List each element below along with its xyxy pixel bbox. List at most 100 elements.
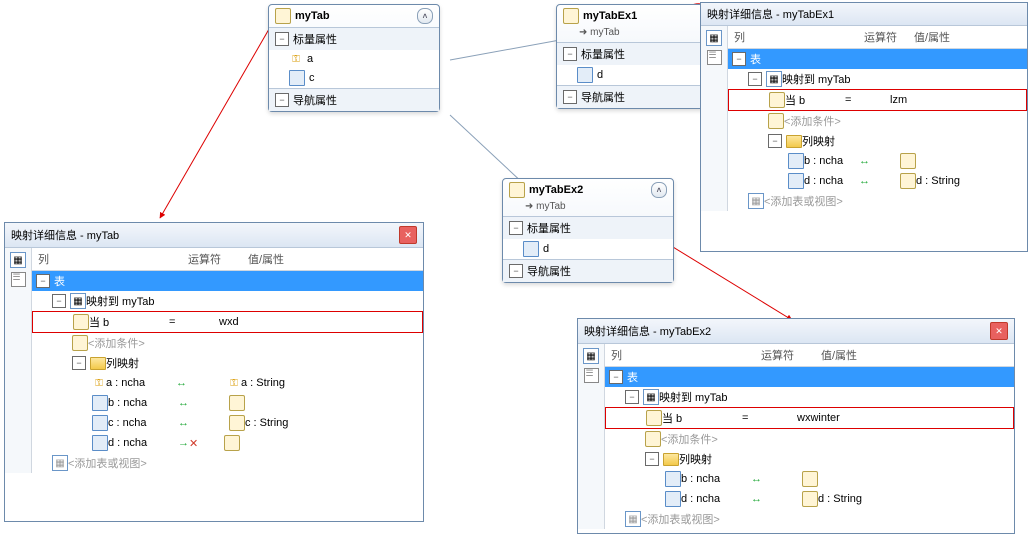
- collapse-icon[interactable]: −: [732, 52, 746, 66]
- title-text: 映射详细信息 - myTabEx1: [707, 6, 834, 22]
- row-addtable[interactable]: ▦ <添加表或视图>: [32, 453, 423, 473]
- close-button[interactable]: ✕: [990, 322, 1008, 340]
- collapse-icon[interactable]: −: [609, 370, 623, 384]
- addcond-label: <添加条件>: [661, 431, 718, 447]
- table-row[interactable]: b : ncha↔: [728, 151, 1027, 171]
- row-map[interactable]: −▦ 映射到 myTab: [605, 387, 1014, 407]
- entity-mytabex2[interactable]: myTabEx2˄ ➜ myTab −标量属性 d −导航属性: [502, 178, 674, 283]
- table-row[interactable]: c : ncha↔ c : String: [32, 413, 423, 433]
- row-table[interactable]: −表: [32, 271, 423, 291]
- section-scalar: −标量属性: [503, 216, 673, 239]
- table-row[interactable]: b : ncha↔: [605, 469, 1014, 489]
- grid-icon: ▦: [70, 293, 86, 309]
- collapse-icon[interactable]: −: [563, 47, 577, 61]
- detail-body: ▦ 列运算符值/属性 −表 −▦ 映射到 myTab 当 b=wxd <添加条件…: [5, 248, 423, 473]
- table-row[interactable]: d : ncha↔ d : String: [728, 171, 1027, 191]
- detail-titlebar: 映射详细信息 - myTabEx1: [701, 3, 1027, 26]
- prop-d[interactable]: d: [503, 239, 673, 259]
- grid-header: 列运算符值/属性: [728, 26, 1027, 49]
- collapse-icon[interactable]: −: [768, 134, 782, 148]
- row-label: 映射到 myTab: [659, 389, 727, 405]
- row-condition[interactable]: 当 b=wxd: [32, 311, 423, 333]
- doc-icon: [523, 241, 539, 257]
- key-icon: ⚿: [289, 52, 303, 66]
- row-map[interactable]: −▦ 映射到 myTab: [32, 291, 423, 311]
- table-row[interactable]: d : ncha↔ d : String: [605, 489, 1014, 509]
- collapse-icon[interactable]: −: [36, 274, 50, 288]
- row-condition[interactable]: 当 b=wxwinter: [605, 407, 1014, 429]
- doc-icon: [92, 415, 108, 431]
- arrows-icon: ↔: [751, 493, 762, 505]
- row-colmap[interactable]: − 列映射: [728, 131, 1027, 151]
- tool-icon[interactable]: ▦: [10, 252, 26, 268]
- collapse-icon[interactable]: −: [509, 264, 523, 278]
- collapse-icon[interactable]: −: [748, 72, 762, 86]
- prop-label: a: [307, 53, 313, 65]
- collapse-icon[interactable]: −: [563, 90, 577, 104]
- tool-icon[interactable]: [584, 368, 599, 383]
- table-row[interactable]: b : ncha↔: [32, 393, 423, 413]
- addcond-label: <添加条件>: [784, 113, 841, 129]
- collapse-icon[interactable]: −: [509, 221, 523, 235]
- grid-icon: ▦: [643, 389, 659, 405]
- grid-icon: ▦: [748, 193, 764, 209]
- detail-body: ▦ 列运算符值/属性 −表 −▦ 映射到 myTab 当 b=wxwinter …: [578, 344, 1014, 529]
- db-icon: [224, 435, 240, 451]
- collapse-icon[interactable]: −: [52, 294, 66, 308]
- db-icon: [229, 415, 245, 431]
- col-header: 列: [605, 347, 761, 363]
- prop-a[interactable]: ⚿a: [269, 50, 439, 68]
- mapping-grid: 列运算符值/属性 −表 −▦ 映射到 myTab 当 b=lzm <添加条件> …: [728, 26, 1027, 211]
- arrows-icon: ↔: [176, 377, 187, 389]
- collapse-icon[interactable]: −: [72, 356, 86, 370]
- row-label: 表: [750, 51, 761, 67]
- toolbar: ▦: [5, 248, 32, 473]
- db-icon: [900, 173, 916, 189]
- tool-icon[interactable]: ▦: [583, 348, 599, 364]
- collapse-icon[interactable]: −: [275, 93, 289, 107]
- row-colmap[interactable]: − 列映射: [605, 449, 1014, 469]
- row-colmap[interactable]: − 列映射: [32, 353, 423, 373]
- arrows-icon: ↔: [859, 155, 870, 167]
- chevron-up-icon[interactable]: ˄: [651, 182, 667, 198]
- row-addcond[interactable]: <添加条件>: [728, 111, 1027, 131]
- row-table[interactable]: −表: [728, 49, 1027, 69]
- col-header: 值/属性: [914, 29, 1027, 45]
- row-addtable[interactable]: ▦ <添加表或视图>: [605, 509, 1014, 529]
- row-label: 映射到 myTab: [86, 293, 154, 309]
- col-name: d : ncha: [681, 493, 751, 505]
- key-icon: ⚿: [92, 376, 106, 390]
- prop-label: d: [597, 69, 603, 81]
- section-label: 导航属性: [527, 263, 571, 279]
- table-row[interactable]: ⚿ a : ncha↔⚿ a : String: [32, 373, 423, 393]
- tool-icon[interactable]: [707, 50, 722, 65]
- folder-icon: [786, 135, 802, 148]
- prop-c[interactable]: c: [269, 68, 439, 88]
- col-name: b : ncha: [804, 155, 859, 167]
- row-addcond[interactable]: <添加条件>: [32, 333, 423, 353]
- db-icon: [229, 395, 245, 411]
- collapse-icon[interactable]: −: [625, 390, 639, 404]
- tool-icon[interactable]: [11, 272, 26, 287]
- toolbar: ▦: [701, 26, 728, 211]
- grid-icon: ▦: [625, 511, 641, 527]
- arrows-icon: ↔: [751, 473, 762, 485]
- chevron-up-icon[interactable]: ˄: [417, 8, 433, 24]
- col-name: d : ncha: [804, 175, 859, 187]
- cond-field: 当 b: [89, 314, 169, 330]
- row-condition[interactable]: 当 b=lzm: [728, 89, 1027, 111]
- doc-icon: [577, 67, 593, 83]
- row-table[interactable]: −表: [605, 367, 1014, 387]
- collapse-icon[interactable]: −: [275, 32, 289, 46]
- row-addtable[interactable]: ▦ <添加表或视图>: [728, 191, 1027, 211]
- row-addcond[interactable]: <添加条件>: [605, 429, 1014, 449]
- tool-icon[interactable]: ▦: [706, 30, 722, 46]
- entity-mytab[interactable]: myTab˄ −标量属性 ⚿a c −导航属性: [268, 4, 440, 112]
- del-icon: ✕: [189, 437, 198, 450]
- collapse-icon[interactable]: −: [645, 452, 659, 466]
- close-button[interactable]: ✕: [399, 226, 417, 244]
- table-row[interactable]: d : ncha→ ✕: [32, 433, 423, 453]
- section-label: 导航属性: [581, 89, 625, 105]
- row-map[interactable]: −▦ 映射到 myTab: [728, 69, 1027, 89]
- row-label: 列映射: [802, 133, 835, 149]
